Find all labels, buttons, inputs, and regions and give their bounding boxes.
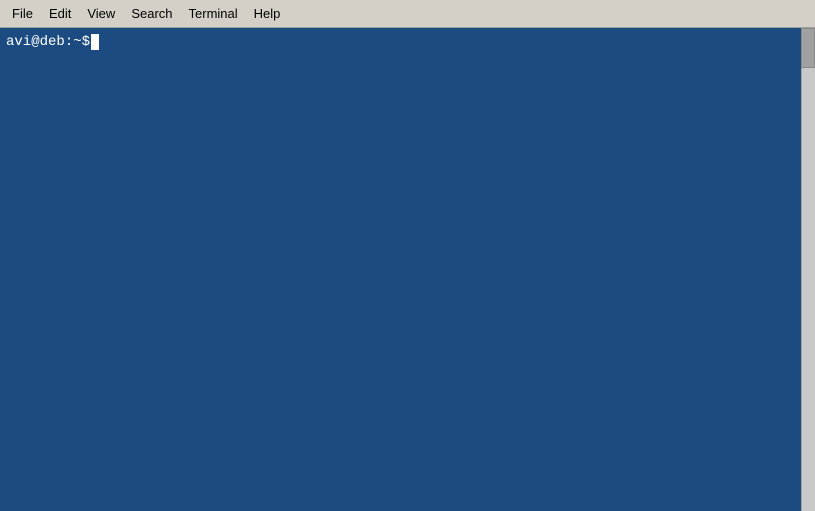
menu-file[interactable]: File (4, 4, 41, 23)
menubar: File Edit View Search Terminal Help (0, 0, 815, 28)
scrollbar-track[interactable] (801, 28, 815, 511)
menu-edit[interactable]: Edit (41, 4, 79, 23)
terminal-area[interactable]: avi@deb:~$ (0, 28, 815, 511)
terminal-cursor (91, 34, 99, 50)
menu-help[interactable]: Help (246, 4, 289, 23)
menu-search[interactable]: Search (123, 4, 180, 23)
menu-terminal[interactable]: Terminal (181, 4, 246, 23)
prompt-text: avi@deb:~$ (6, 34, 90, 50)
menu-view[interactable]: View (79, 4, 123, 23)
terminal-prompt-line: avi@deb:~$ (6, 34, 809, 50)
scrollbar-thumb[interactable] (801, 28, 815, 68)
